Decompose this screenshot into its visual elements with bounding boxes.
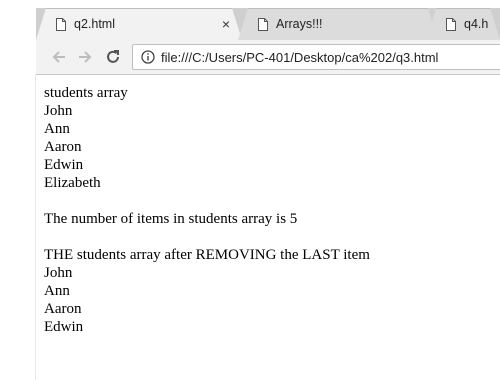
tab-arrays[interactable]: Arrays!!! <box>238 8 438 40</box>
browser-toolbar: file:///C:/Users/PC-401/Desktop/ca%202/q… <box>36 40 500 75</box>
tab-title: q4.ht <box>464 17 488 31</box>
document-icon <box>258 17 268 31</box>
student-after-item: Aaron <box>44 301 82 317</box>
student-item: Aaron <box>44 139 82 155</box>
removed-heading: THE students array after REMOVING the LA… <box>44 247 370 263</box>
forward-arrow-icon[interactable] <box>76 48 94 66</box>
tab-strip: q2.html × Arrays!!! q4.ht <box>0 0 500 40</box>
students-heading: students array <box>44 85 128 101</box>
tab-q4[interactable]: q4.ht <box>426 8 500 40</box>
back-arrow-icon[interactable] <box>50 48 68 66</box>
student-item: Edwin <box>44 157 84 173</box>
tab-q2[interactable]: q2.html × <box>36 8 242 40</box>
url-text[interactable]: file:///C:/Users/PC-401/Desktop/ca%202/q… <box>161 50 438 65</box>
tab-title: Arrays!!! <box>276 17 323 31</box>
page-content: students array John Ann Aaron Edwin Eliz… <box>44 84 484 336</box>
student-after-item: Ann <box>44 283 70 299</box>
tab-title: q2.html <box>74 17 115 31</box>
student-item: John <box>44 103 73 119</box>
address-bar[interactable]: file:///C:/Users/PC-401/Desktop/ca%202/q… <box>132 44 500 70</box>
info-icon[interactable] <box>141 50 155 64</box>
document-icon <box>446 17 456 31</box>
close-icon[interactable]: × <box>222 16 230 32</box>
student-item: Elizabeth <box>44 175 101 191</box>
document-icon <box>56 17 66 31</box>
count-text: The number of items in students array is… <box>44 211 298 227</box>
student-after-item: Edwin <box>44 319 84 335</box>
student-item: Ann <box>44 121 70 137</box>
window-edge <box>35 74 36 380</box>
reload-icon[interactable] <box>104 48 122 66</box>
student-after-item: John <box>44 265 73 281</box>
